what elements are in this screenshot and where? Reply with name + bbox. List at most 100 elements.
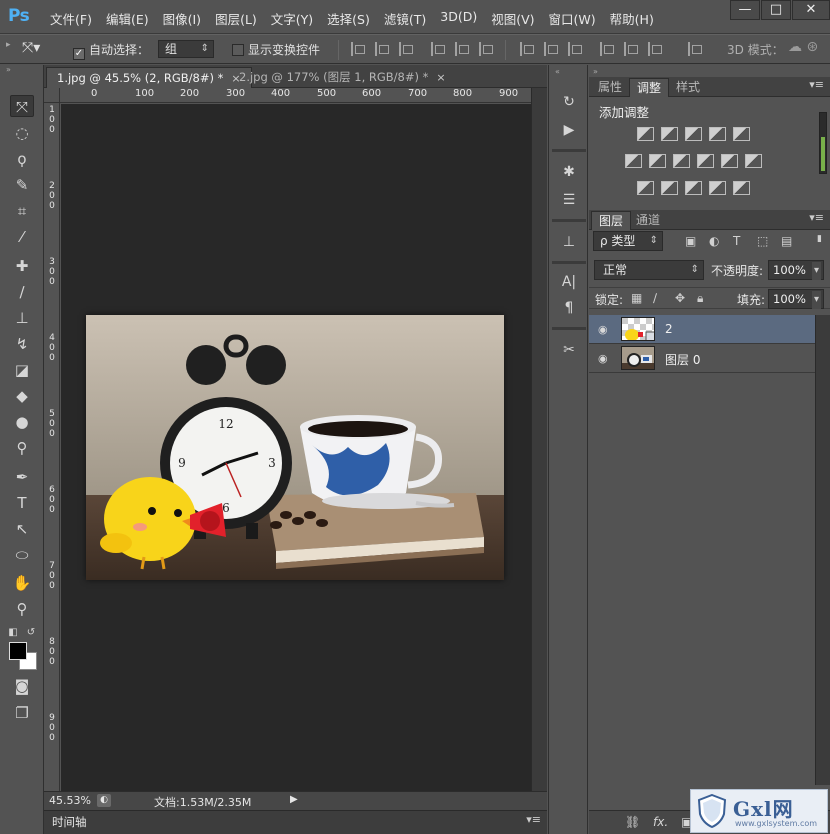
distribute-hcenter-icon[interactable] [624, 42, 638, 56]
align-left-icon[interactable] [431, 42, 445, 56]
align-top-icon[interactable] [351, 42, 365, 56]
menu-select[interactable]: 选择(S) [327, 9, 370, 28]
type-tool-icon[interactable]: T [10, 492, 34, 514]
exposure-icon[interactable] [709, 127, 726, 141]
strip-grip-icon[interactable]: « [555, 67, 560, 76]
tab-layers[interactable]: 图层 [591, 211, 632, 230]
color-balance-icon[interactable] [649, 154, 666, 168]
menu-edit[interactable]: 编辑(E) [106, 9, 149, 28]
align-vcenter-icon[interactable] [375, 42, 389, 56]
fill-input[interactable]: 100% ▾ [768, 289, 824, 309]
hue-saturation-icon[interactable] [625, 154, 642, 168]
lasso-tool-icon[interactable]: ϙ [10, 148, 34, 170]
swap-colors-icon[interactable]: ↺ [24, 622, 38, 644]
menu-type[interactable]: 文字(Y) [271, 9, 313, 28]
filter-pixel-icon[interactable]: ▣ [685, 234, 696, 248]
ruler-origin[interactable] [44, 88, 60, 103]
paragraph-panel-icon[interactable]: ¶ [557, 297, 581, 319]
distribute-left-icon[interactable] [600, 42, 614, 56]
tab-properties[interactable]: 属性 [591, 78, 629, 97]
lock-position-icon[interactable]: ✥ [675, 291, 685, 305]
filter-toggle-icon[interactable]: ▮ [817, 234, 822, 244]
status-info-icon[interactable]: ◐ [97, 794, 111, 807]
visibility-eye-icon[interactable]: ◉ [598, 352, 608, 365]
default-colors-icon[interactable]: ◧ [6, 622, 20, 644]
menu-view[interactable]: 视图(V) [491, 9, 534, 28]
link-layers-icon[interactable]: ⛓ [625, 815, 640, 829]
blur-tool-icon[interactable]: ● [10, 411, 34, 433]
filter-adjustment-icon[interactable]: ◐ [709, 234, 719, 248]
black-white-icon[interactable] [673, 154, 690, 168]
posterize-icon[interactable] [661, 181, 678, 195]
zoom-tool-icon[interactable]: ⚲ [10, 598, 34, 620]
maximize-button[interactable]: □ [761, 0, 791, 20]
vibrance-icon[interactable] [733, 127, 750, 141]
lock-pixels-icon[interactable]: ∕ [653, 291, 657, 305]
tab-adjustments[interactable]: 调整 [629, 78, 670, 97]
tab-timeline[interactable]: 时间轴 [52, 814, 87, 830]
visibility-eye-icon[interactable]: ◉ [598, 323, 608, 336]
brush-presets-icon[interactable]: ✱ [557, 161, 581, 183]
menu-layer[interactable]: 图层(L) [215, 9, 257, 28]
menu-3d[interactable]: 3D(D) [440, 9, 477, 28]
threshold-icon[interactable] [685, 181, 702, 195]
path-select-tool-icon[interactable]: ↖ [10, 518, 34, 540]
menu-image[interactable]: 图像(I) [163, 9, 201, 28]
document-image[interactable]: 12 3 6 9 [86, 315, 504, 580]
adjustments-scrollbar[interactable] [819, 112, 827, 174]
clone-stamp-tool-icon[interactable]: ⊥ [10, 307, 34, 329]
brush-panel-icon[interactable]: ☰ [557, 189, 581, 211]
screen-mode-icon[interactable]: ❐ [10, 702, 34, 724]
close-icon[interactable]: × [436, 71, 445, 84]
curves-icon[interactable] [685, 127, 702, 141]
menu-file[interactable]: 文件(F) [50, 9, 92, 28]
chevron-down-icon[interactable]: ▾ [811, 291, 821, 309]
distribute-vcenter-icon[interactable] [544, 42, 558, 56]
eyedropper-tool-icon[interactable]: ⁄ [10, 226, 34, 248]
channel-mixer-icon[interactable] [721, 154, 738, 168]
dock-collapse-icon[interactable]: » [593, 67, 598, 76]
panel-menu-icon[interactable]: ▾≡ [809, 211, 824, 224]
marquee-tool-icon[interactable]: ◌ [10, 122, 34, 144]
panel-menu-icon[interactable]: ▾≡ [809, 78, 824, 91]
clone-source-icon[interactable]: ⊥ [557, 231, 581, 253]
levels-icon[interactable] [661, 127, 678, 141]
auto-align-icon[interactable] [688, 42, 702, 56]
character-panel-icon[interactable]: A| [557, 271, 581, 293]
foreground-color-swatch[interactable] [9, 642, 27, 660]
menu-window[interactable]: 窗口(W) [549, 9, 596, 28]
show-transform-checkbox[interactable] [232, 44, 244, 56]
layers-scrollbar[interactable] [815, 315, 830, 785]
layer-name[interactable]: 2 [665, 322, 673, 336]
quick-mask-icon[interactable]: ◙ [10, 675, 34, 697]
history-panel-icon[interactable]: ↻ [557, 91, 581, 113]
tool-presets-icon[interactable]: ✂ [557, 339, 581, 361]
horizontal-ruler[interactable]: 0 100 200 300 400 500 600 700 800 900 [60, 88, 531, 103]
layer-style-fx-icon[interactable]: fx. [653, 815, 668, 829]
brush-tool-icon[interactable]: ∕ [10, 281, 34, 303]
blend-mode-select[interactable]: 正常 ⇕ [594, 260, 704, 280]
panel-menu-icon[interactable]: ▾≡ [526, 813, 541, 826]
tab-styles[interactable]: 样式 [669, 78, 707, 97]
close-button[interactable]: ✕ [792, 0, 830, 20]
chevron-down-icon[interactable]: ▾ [811, 262, 821, 280]
tab-document-2[interactable]: 2.jpg @ 177% (图层 1, RGB/8#) * × [229, 67, 456, 88]
auto-select-toggle[interactable]: ✓ 自动选择： [73, 41, 149, 60]
canvas-vertical-scrollbar[interactable] [531, 88, 547, 791]
opacity-input[interactable]: 100% ▾ [768, 260, 824, 280]
move-tool-preset-icon[interactable]: ⤧▾ [22, 40, 40, 56]
quick-select-tool-icon[interactable]: ✎ [10, 174, 34, 196]
photo-filter-icon[interactable] [697, 154, 714, 168]
minimize-button[interactable]: — [730, 0, 760, 20]
distribute-right-icon[interactable] [648, 42, 662, 56]
tab-document-1[interactable]: 1.jpg @ 45.5% (2, RGB/8#) * × [46, 67, 252, 88]
crop-tool-icon[interactable]: ⌗ [10, 200, 34, 222]
layer-row-0[interactable]: ◉ 图层 0 [589, 344, 815, 373]
zoom-level[interactable]: 45.53% [49, 794, 91, 807]
layer-row-2[interactable]: ◉ 2 [589, 315, 815, 344]
menu-filter[interactable]: 滤镜(T) [384, 9, 426, 28]
filter-type-icon[interactable]: T [733, 234, 740, 248]
show-transform-toggle[interactable]: 显示变换控件 [232, 41, 320, 58]
selective-color-icon[interactable] [709, 181, 726, 195]
healing-brush-tool-icon[interactable]: ✚ [10, 255, 34, 277]
